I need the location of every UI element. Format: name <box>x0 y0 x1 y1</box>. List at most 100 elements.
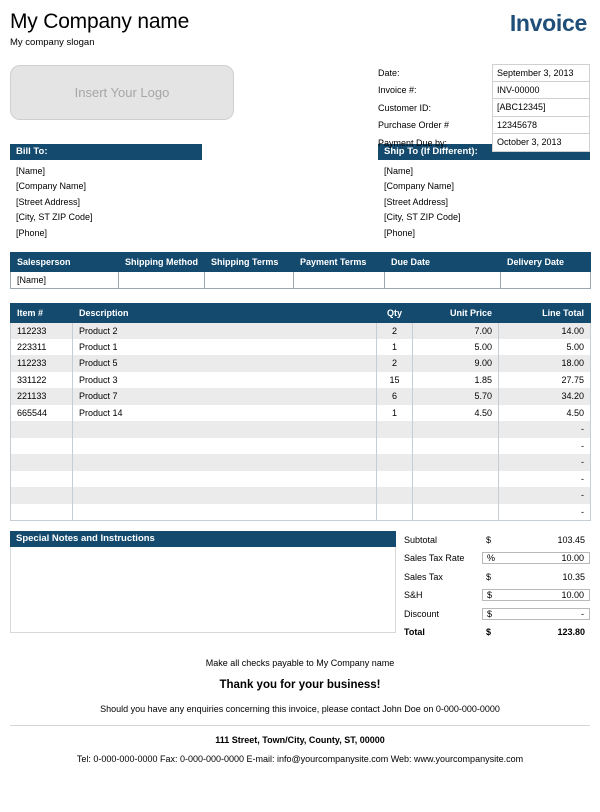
cell-unit-price[interactable] <box>412 421 499 438</box>
table-row[interactable]: 112233 Product 5 2 9.00 18.00 <box>10 355 591 372</box>
totals-value[interactable]: - <box>510 607 590 620</box>
address-line[interactable]: [Street Address] <box>10 191 202 207</box>
totals-currency: $ <box>486 571 492 582</box>
table-row[interactable]: - <box>10 454 591 471</box>
salesperson-cell[interactable] <box>204 270 294 289</box>
page-header: My Company name My company slogan Invoic… <box>10 0 590 48</box>
salesperson-cell[interactable] <box>293 270 385 289</box>
totals-row: S&H $10.00 <box>404 586 590 605</box>
salesperson-cell[interactable]: [Name] <box>10 270 119 289</box>
salesperson-data-row[interactable]: [Name] <box>10 270 591 289</box>
cell-description[interactable]: Product 3 <box>72 371 377 389</box>
address-line[interactable]: [Phone] <box>10 222 202 238</box>
cell-item-number[interactable]: 223311 <box>10 338 73 356</box>
totals-currency: $ <box>486 534 492 545</box>
table-row[interactable]: - <box>10 421 591 438</box>
cell-qty[interactable] <box>376 437 413 455</box>
special-notes-input[interactable] <box>10 546 396 633</box>
cell-qty[interactable] <box>376 487 413 504</box>
footer-contact: Tel: 0-000-000-0000 Fax: 0-000-000-0000 … <box>76 753 524 764</box>
invoice-meta-value[interactable]: September 3, 2013 <box>492 64 590 82</box>
cell-item-number[interactable] <box>10 503 73 521</box>
cell-description[interactable] <box>72 487 377 504</box>
cell-unit-price[interactable] <box>412 454 499 471</box>
cell-unit-price[interactable] <box>412 470 499 488</box>
table-row[interactable]: 221133 Product 7 6 5.70 34.20 <box>10 388 591 405</box>
cell-unit-price[interactable]: 5.70 <box>412 388 499 405</box>
address-line[interactable]: [Phone] <box>378 222 590 238</box>
cell-qty[interactable]: 1 <box>376 404 413 422</box>
cell-qty[interactable] <box>376 421 413 438</box>
cell-unit-price[interactable]: 9.00 <box>412 355 499 372</box>
cell-description[interactable]: Product 2 <box>72 322 377 339</box>
cell-description[interactable] <box>72 454 377 471</box>
invoice-meta-row: Date: September 3, 2013 <box>378 64 590 82</box>
salesperson-cell[interactable] <box>384 270 501 289</box>
cell-qty[interactable] <box>376 503 413 521</box>
cell-description[interactable] <box>72 437 377 455</box>
cell-unit-price[interactable] <box>412 487 499 504</box>
invoice-meta-label: Customer ID: <box>378 102 432 113</box>
cell-item-number[interactable]: 331122 <box>10 371 73 389</box>
cell-description[interactable] <box>72 470 377 488</box>
cell-item-number[interactable] <box>10 421 73 438</box>
totals-value[interactable]: 10.00 <box>510 552 590 565</box>
cell-item-number[interactable] <box>10 454 73 471</box>
logo-placeholder[interactable]: Insert Your Logo <box>10 65 234 121</box>
cell-item-number[interactable]: 112233 <box>10 355 73 372</box>
cell-item-number[interactable] <box>10 470 73 488</box>
salesperson-cell[interactable] <box>118 270 205 289</box>
address-line[interactable]: [Name] <box>10 160 202 176</box>
cell-unit-price[interactable]: 1.85 <box>412 371 499 389</box>
cell-qty[interactable]: 15 <box>376 371 413 389</box>
bill-to-lines[interactable]: [Name] [Company Name] [Street Address] [Cit… <box>10 160 202 238</box>
totals-value[interactable]: 10.00 <box>510 589 590 602</box>
table-row[interactable]: 665544 Product 14 1 4.50 4.50 <box>10 404 591 422</box>
salesperson-cell[interactable] <box>500 270 591 289</box>
ship-to-lines[interactable]: [Name] [Company Name] [Street Address] [Cit… <box>378 160 590 238</box>
cell-qty[interactable] <box>376 470 413 488</box>
cell-description[interactable]: Product 14 <box>72 404 377 422</box>
cell-qty[interactable]: 2 <box>376 322 413 339</box>
table-row[interactable]: 112233 Product 2 2 7.00 14.00 <box>10 322 591 339</box>
cell-description[interactable]: Product 1 <box>72 338 377 356</box>
address-line[interactable]: [Company Name] <box>10 176 202 191</box>
invoice-meta-value[interactable]: INV-00000 <box>492 81 590 99</box>
cell-unit-price[interactable]: 7.00 <box>412 322 499 339</box>
line-items-body: 112233 Product 2 2 7.00 14.00 223311 Product 1… <box>10 322 591 521</box>
cell-qty[interactable]: 1 <box>376 338 413 356</box>
invoice-meta-label: Purchase Order # <box>378 120 450 131</box>
cell-description[interactable] <box>72 421 377 438</box>
table-row[interactable]: - <box>10 470 591 488</box>
cell-unit-price[interactable]: 4.50 <box>412 404 499 422</box>
cell-unit-price[interactable]: 5.00 <box>412 338 499 356</box>
invoice-meta-value[interactable]: [ABC12345] <box>492 99 590 117</box>
address-line[interactable]: [City, ST ZIP Code] <box>378 207 590 222</box>
totals-label: Discount <box>404 608 440 619</box>
table-row[interactable]: 331122 Product 3 15 1.85 27.75 <box>10 371 591 389</box>
cell-qty[interactable] <box>376 454 413 471</box>
cell-item-number[interactable]: 221133 <box>10 388 73 405</box>
cell-unit-price[interactable] <box>412 437 499 455</box>
address-line[interactable]: [Company Name] <box>378 176 590 191</box>
cell-item-number[interactable] <box>10 487 73 504</box>
cell-qty[interactable]: 6 <box>376 388 413 405</box>
cell-description[interactable] <box>72 503 377 521</box>
address-line[interactable]: [Street Address] <box>378 191 590 207</box>
table-row[interactable]: - <box>10 503 591 521</box>
invoice-meta-value[interactable]: October 3, 2013 <box>492 134 590 152</box>
cell-line-total: 4.50 <box>498 404 591 422</box>
address-line[interactable]: [Name] <box>378 160 590 176</box>
address-line[interactable]: [City, ST ZIP Code] <box>10 207 202 222</box>
cell-item-number[interactable] <box>10 437 73 455</box>
cell-unit-price[interactable] <box>412 503 499 521</box>
cell-item-number[interactable]: 665544 <box>10 404 73 422</box>
cell-item-number[interactable]: 112233 <box>10 322 73 339</box>
cell-qty[interactable]: 2 <box>376 355 413 372</box>
table-row[interactable]: - <box>10 487 591 504</box>
cell-description[interactable]: Product 7 <box>72 388 377 405</box>
cell-description[interactable]: Product 5 <box>72 355 377 372</box>
table-row[interactable]: - <box>10 437 591 455</box>
table-row[interactable]: 223311 Product 1 1 5.00 5.00 <box>10 338 591 356</box>
invoice-meta-value[interactable]: 12345678 <box>492 116 590 134</box>
